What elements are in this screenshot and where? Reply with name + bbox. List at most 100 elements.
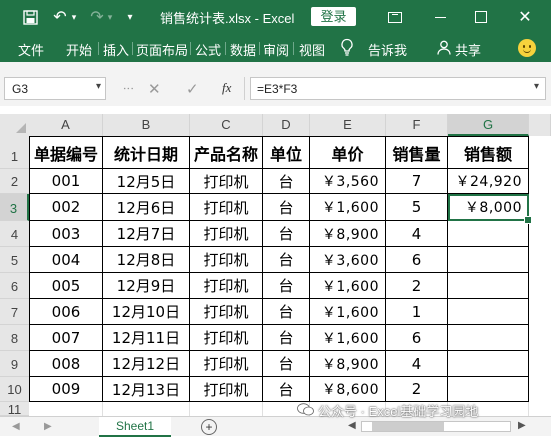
row-header-2[interactable]: 2 [0,169,29,194]
lightbulb-icon[interactable] [340,38,354,56]
cell-c5[interactable]: 打印机 [190,247,263,273]
cell-g7[interactable] [448,299,529,325]
cell-g2[interactable]: ￥24,920 [448,169,529,194]
cell-g6[interactable] [448,273,529,299]
cell-d5[interactable]: 台 [263,247,310,273]
enter-icon[interactable]: ✓ [186,80,199,98]
close-icon[interactable]: ✕ [515,7,535,27]
row-header-6[interactable]: 6 [0,273,29,299]
cell-b5[interactable]: 12月8日 [103,247,190,273]
tab-view[interactable]: 视图 [299,40,325,59]
customize-qat-icon[interactable]: ▾ [124,7,136,27]
cell-d10[interactable]: 台 [263,377,310,402]
cell-f3[interactable]: 5 [386,194,448,221]
cell-g5[interactable] [448,247,529,273]
cell-e5[interactable]: ￥3,600 [310,247,386,273]
share-icon[interactable] [437,40,451,55]
redo-dropdown-icon[interactable]: ▾ [105,7,115,27]
header-cell-col-b[interactable]: 统计日期 [103,136,190,169]
cell-a10[interactable]: 009 [29,377,103,402]
maximize-icon[interactable] [471,7,491,27]
cell-e6[interactable]: ￥1,600 [310,273,386,299]
name-box[interactable]: G3 ▾ [4,77,106,100]
column-header-f[interactable]: F [386,114,448,136]
cell-c6[interactable]: 打印机 [190,273,263,299]
ribbon-display-options-icon[interactable] [385,7,405,27]
scroll-sheets-left-icon[interactable]: ◀ [12,421,20,432]
cell-f4[interactable]: 4 [386,221,448,247]
cell-c2[interactable]: 打印机 [190,169,263,194]
sheet-tab-sheet1[interactable]: Sheet1 [99,417,171,437]
formula-input[interactable]: =E3*F3 ▾ [250,77,546,100]
cell-b3[interactable]: 12月6日 [103,194,190,221]
cell-e3[interactable]: ￥1,600 [310,194,386,221]
cell-f8[interactable]: 6 [386,325,448,351]
cell-b4[interactable]: 12月7日 [103,221,190,247]
expand-formula-bar-icon[interactable]: ▾ [534,81,539,92]
fill-handle[interactable] [524,216,532,224]
row-header-5[interactable]: 5 [0,247,29,273]
tab-insert[interactable]: 插入 [103,40,129,59]
cell-g4[interactable] [448,221,529,247]
chevron-down-icon[interactable]: ▾ [96,81,101,92]
spreadsheet-grid[interactable]: A B C D E F G 1 2 3 4 5 6 7 8 9 10 11 单据编号 统计日期 产品名称 单位 单价 销售量销… [0,106,551,416]
cell-c11[interactable] [190,402,263,416]
column-header-e[interactable]: E [310,114,386,136]
header-cell-col-e[interactable]: 单价 [310,136,386,169]
column-header-c[interactable]: C [190,114,263,136]
tab-formulas[interactable]: 公式 [195,40,221,59]
cell-f5[interactable]: 6 [386,247,448,273]
cell-b2[interactable]: 12月5日 [103,169,190,194]
function-icon[interactable]: fx [222,80,231,96]
cell-b7[interactable]: 12月10日 [103,299,190,325]
cell-a4[interactable]: 003 [29,221,103,247]
column-header-g[interactable]: G [448,114,529,136]
row-header-7[interactable]: 7 [0,299,29,325]
cell-c9[interactable]: 打印机 [190,351,263,377]
scroll-right-icon[interactable]: ▶ [518,420,526,431]
cell-g9[interactable] [448,351,529,377]
resize-handle-icon[interactable]: ⋮ [122,83,135,93]
cell-a6[interactable]: 005 [29,273,103,299]
cell-b8[interactable]: 12月11日 [103,325,190,351]
cell-f10[interactable]: 2 [386,377,448,402]
tab-review[interactable]: 审阅 [263,40,289,59]
cell-f6[interactable]: 2 [386,273,448,299]
tab-page-layout[interactable]: 页面布局 [136,40,188,59]
cell-g10[interactable] [448,377,529,402]
row-header-8[interactable]: 8 [0,325,29,351]
share-button[interactable]: 共享 [455,40,481,59]
cell-d8[interactable]: 台 [263,325,310,351]
row-header-3[interactable]: 3 [0,194,29,221]
cell-a9[interactable]: 008 [29,351,103,377]
login-button[interactable]: 登录 [311,7,356,26]
cell-a7[interactable]: 006 [29,299,103,325]
select-all-corner[interactable] [0,114,29,136]
cell-c8[interactable]: 打印机 [190,325,263,351]
add-sheet-icon[interactable]: + [201,419,217,435]
undo-icon[interactable]: ↶ [50,7,70,27]
scroll-left-icon[interactable]: ◀ [348,420,356,431]
cell-a11[interactable] [29,402,103,416]
cell-d3[interactable]: 台 [263,194,310,221]
row-header-11[interactable]: 11 [0,402,29,416]
cell-g8[interactable] [448,325,529,351]
column-header-a[interactable]: A [29,114,103,136]
tab-home[interactable]: 开始 [66,40,92,59]
cell-g3[interactable]: ￥8,000 [448,194,529,221]
cell-a2[interactable]: 001 [29,169,103,194]
header-cell-col-d[interactable]: 单位 [263,136,310,169]
header-cell-col-a[interactable]: 单据编号 [29,136,103,169]
cell-c10[interactable]: 打印机 [190,377,263,402]
undo-dropdown-icon[interactable]: ▾ [69,7,79,27]
cell-c4[interactable]: 打印机 [190,221,263,247]
row-header-10[interactable]: 10 [0,377,29,402]
tab-file[interactable]: 文件 [18,40,44,59]
redo-icon[interactable]: ↷ [88,7,106,27]
smiley-icon[interactable] [518,39,536,57]
cell-a8[interactable]: 007 [29,325,103,351]
header-cell-col-c[interactable]: 产品名称 [190,136,263,169]
cell-d4[interactable]: 台 [263,221,310,247]
row-header-4[interactable]: 4 [0,221,29,247]
cell-b10[interactable]: 12月13日 [103,377,190,402]
